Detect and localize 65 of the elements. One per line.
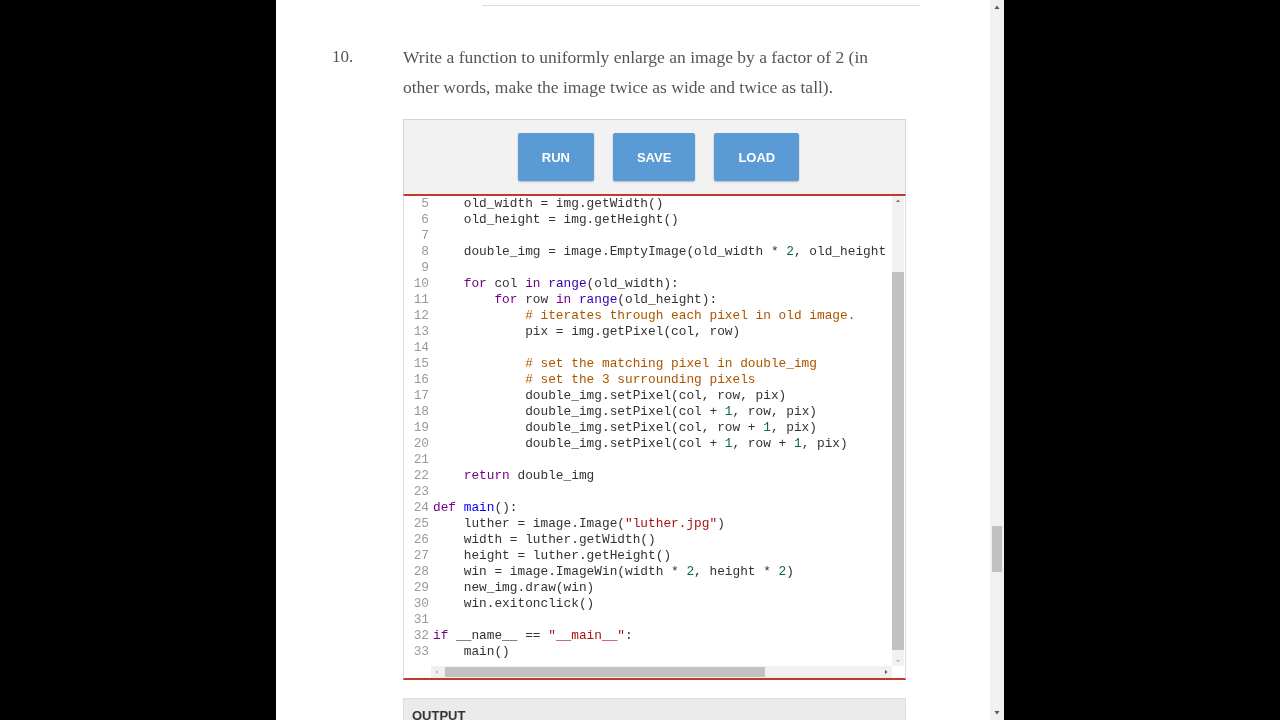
line-number: 17 <box>412 388 430 404</box>
line-number: 18 <box>412 404 430 420</box>
line-number: 16 <box>412 372 430 388</box>
code-line: width = luther.getWidth() <box>462 532 656 548</box>
line-number: 10 <box>412 276 430 292</box>
code-line: pix = img.getPixel(col, row) <box>524 324 741 340</box>
scroll-thumb[interactable] <box>445 667 765 677</box>
line-number: 31 <box>412 612 430 628</box>
code-line: height = luther.getHeight() <box>462 548 672 564</box>
line-number: 33 <box>412 644 430 660</box>
question-text: Write a function to uniformly enlarge an image by a factor of 2 (in other words, make the image twice as wide and twice as tall). <box>403 46 869 99</box>
code-line: if __name__ == "__main__": <box>433 628 633 644</box>
save-button[interactable]: SAVE <box>612 133 696 181</box>
line-number: 26 <box>412 532 430 548</box>
line-number: 19 <box>412 420 430 436</box>
line-number: 27 <box>412 548 430 564</box>
output-title: OUTPUT <box>412 708 466 720</box>
code-line: new_img.draw(win) <box>462 580 595 596</box>
line-number: 28 <box>412 564 430 580</box>
question-number: 10. <box>331 46 355 68</box>
line-number: 29 <box>412 580 430 596</box>
line-number: 23 <box>412 484 430 500</box>
scroll-thumb[interactable] <box>892 272 904 650</box>
code-editor[interactable] <box>403 194 906 680</box>
code-line: def main(): <box>433 500 518 516</box>
load-button[interactable]: LOAD <box>714 133 800 181</box>
line-number: 9 <box>420 260 430 276</box>
line-number: 24 <box>412 500 430 516</box>
line-number: 13 <box>412 324 430 340</box>
code-line: old_width = img.getWidth() <box>462 196 664 212</box>
line-number: 12 <box>412 308 430 324</box>
run-button[interactable]: RUN <box>517 133 594 181</box>
code-line: double_img.setPixel(col + 1, row, pix) <box>524 404 817 420</box>
line-number: 30 <box>412 596 430 612</box>
line-number: 8 <box>420 244 430 260</box>
line-number: 11 <box>412 292 430 308</box>
code-line: # iterates through each pixel in old image. <box>524 308 856 324</box>
code-line: luther = image.Image("luther.jpg") <box>462 516 725 532</box>
line-number: 32 <box>412 628 430 644</box>
code-line: for col in range(old_width): <box>462 276 679 292</box>
line-number: 15 <box>412 356 430 372</box>
line-number: 7 <box>420 228 430 244</box>
scroll-thumb[interactable] <box>992 526 1002 572</box>
code-line: double_img.setPixel(col, row, pix) <box>524 388 787 404</box>
code-line: old_height = img.getHeight() <box>462 212 679 228</box>
code-line: main() <box>462 644 510 660</box>
page-scrollbar[interactable] <box>990 0 1004 720</box>
vertical-scrollbar[interactable] <box>892 196 904 666</box>
code-line: double_img.setPixel(col, row + 1, pix) <box>524 420 817 436</box>
line-number: 21 <box>412 452 430 468</box>
horizontal-scrollbar[interactable] <box>431 666 892 678</box>
code-line: win.exitonclick() <box>462 596 595 612</box>
line-number: 22 <box>412 468 430 484</box>
line-number: 5 <box>420 196 430 212</box>
code-line: double_img = image.EmptyImage(old_width * 2, old_height <box>462 244 887 260</box>
code-line: win = image.ImageWin(width * 2, height * 2) <box>462 564 794 580</box>
code-line: for row in range(old_height): <box>493 292 718 308</box>
line-number: 25 <box>412 516 430 532</box>
code-line: double_img.setPixel(col + 1, row + 1, pix) <box>524 436 848 452</box>
code-line: return double_img <box>462 468 595 484</box>
line-number: 6 <box>420 212 430 228</box>
line-number: 20 <box>412 436 430 452</box>
code-line: # set the matching pixel in double_img <box>524 356 817 372</box>
code-line: # set the 3 surrounding pixels <box>524 372 756 388</box>
line-number: 14 <box>412 340 430 356</box>
